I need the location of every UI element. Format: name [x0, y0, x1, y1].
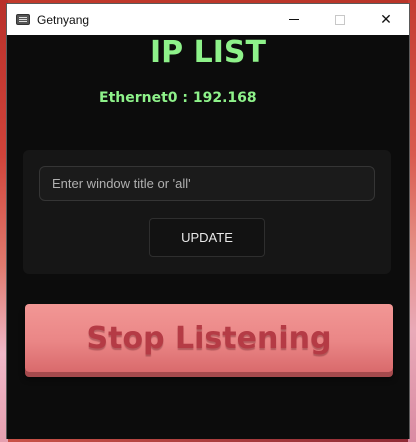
ip-entry-label: Ethernet0 :: [99, 90, 193, 106]
stop-listening-button[interactable]: Stop Listening: [25, 304, 393, 372]
ip-entry: Ethernet0 : 192.168: [99, 90, 257, 106]
window-controls: ✕: [271, 4, 409, 35]
window-title: Getnyang: [37, 12, 90, 27]
update-button[interactable]: UPDATE: [149, 218, 265, 257]
maximize-icon: [335, 14, 345, 25]
close-icon: ✕: [380, 11, 392, 28]
update-panel: UPDATE: [23, 150, 391, 274]
maximize-button[interactable]: [317, 4, 363, 35]
app-window: Getnyang ✕ IP LIST Ethernet0 : 192.168 U…: [6, 3, 410, 439]
ip-entry-value: 192.168: [192, 90, 257, 106]
ip-list-heading: IP LIST: [150, 35, 266, 70]
title-bar[interactable]: Getnyang ✕: [7, 4, 409, 35]
minimize-icon: [289, 19, 299, 20]
keyboard-app-icon: [16, 14, 30, 25]
window-title-input[interactable]: [39, 166, 375, 201]
minimize-button[interactable]: [271, 4, 317, 35]
close-button[interactable]: ✕: [363, 4, 409, 35]
